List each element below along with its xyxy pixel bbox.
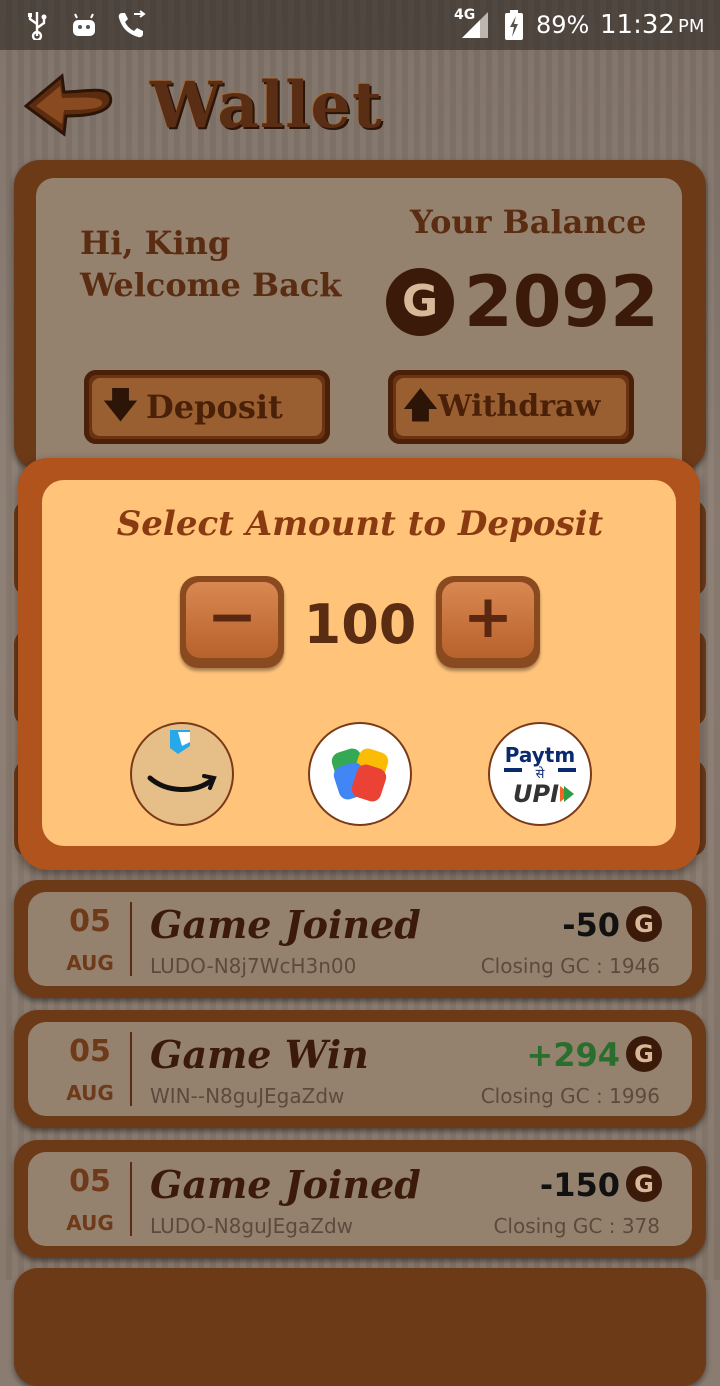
transaction-day: 05	[69, 904, 111, 939]
paytm-upi-text-bottom: UPI	[513, 780, 559, 808]
transaction-title: Game Joined	[150, 902, 421, 947]
transaction-month: AUG	[66, 951, 114, 975]
arrow-down-icon: 🡇	[102, 385, 140, 426]
transaction-title: Game Win	[150, 1032, 369, 1077]
withdraw-label: Withdraw	[438, 389, 601, 424]
transaction-ref: WIN--N8guJEgaZdw	[150, 1084, 345, 1108]
google-pay-icon	[331, 748, 389, 802]
decrease-amount-button[interactable]: −	[180, 576, 284, 668]
balance-value: 2092	[464, 261, 659, 343]
transaction-title: Game Joined	[150, 1162, 421, 1207]
deposit-label: Deposit	[146, 388, 283, 426]
increase-amount-button[interactable]: +	[436, 576, 540, 668]
google-pay-button[interactable]	[310, 724, 410, 824]
transaction-amount: -50	[562, 906, 620, 944]
back-arrow-icon	[23, 73, 113, 137]
coin-icon: G	[386, 268, 454, 336]
clock-ampm: PM	[678, 16, 705, 37]
greeting-line2: Welcome Back	[80, 266, 342, 304]
battery-charging-icon	[504, 10, 524, 47]
transaction-month: AUG	[66, 1081, 114, 1105]
battery-percentage: 89%	[536, 11, 590, 39]
transaction-row[interactable]: 05 AUG Game Win WIN--N8guJEgaZdw +294 G Closin…	[14, 1010, 706, 1128]
minus-icon: −	[206, 582, 258, 652]
call-forward-icon	[116, 10, 148, 47]
paytm-upi-text-top: Paytm	[505, 743, 575, 767]
deposit-dialog-title: Select Amount to Deposit	[116, 504, 604, 544]
clock-time: 11:32	[600, 10, 675, 40]
coin-icon: G	[626, 1036, 662, 1072]
usb-icon	[24, 10, 50, 47]
balance-label: Your Balance	[410, 203, 647, 241]
closing-balance: Closing GC : 1946	[480, 954, 660, 978]
plus-icon: +	[462, 582, 514, 652]
closing-balance: Closing GC : 1996	[480, 1084, 660, 1108]
back-button[interactable]	[22, 72, 114, 138]
paytm-upi-icon: Paytm से UPI	[504, 743, 576, 808]
transaction-row[interactable]: 05 AUG Game Joined LUDO-N8j7WcH3n00 -50 G Clos…	[14, 880, 706, 998]
divider	[130, 1032, 132, 1106]
closing-balance: Closing GC : 378	[493, 1214, 660, 1238]
divider	[130, 902, 132, 976]
arrow-up-icon: 🡅	[402, 385, 440, 426]
coin-icon: G	[626, 1166, 662, 1202]
coin-icon: G	[626, 906, 662, 942]
transaction-row[interactable]	[14, 1268, 706, 1386]
transaction-day: 05	[69, 1034, 111, 1069]
status-bar: 4G 89% 11:32 PM	[0, 0, 720, 50]
transaction-day: 05	[69, 1164, 111, 1199]
deposit-amount: 100	[303, 593, 417, 656]
paytm-upi-button[interactable]: Paytm से UPI	[490, 724, 590, 824]
greeting: Hi, King Welcome Back	[80, 222, 341, 306]
transaction-amount: -150	[539, 1166, 620, 1204]
deposit-button[interactable]: 🡇 Deposit	[84, 370, 330, 444]
transaction-ref: LUDO-N8guJEgaZdw	[150, 1214, 353, 1238]
android-icon	[70, 10, 98, 47]
divider	[130, 1162, 132, 1236]
withdraw-button[interactable]: 🡅 Withdraw	[388, 370, 634, 444]
transaction-row[interactable]: 05 AUG Game Joined LUDO-N8guJEgaZdw -150 G Clo…	[14, 1140, 706, 1258]
amazon-pay-button[interactable]	[132, 724, 232, 824]
page-title: Wallet	[150, 68, 383, 143]
amazon-pay-icon	[147, 730, 217, 793]
transaction-amount: +294	[526, 1036, 620, 1074]
signal-icon	[460, 10, 490, 47]
greeting-line1: Hi, King	[80, 224, 231, 262]
transaction-month: AUG	[66, 1211, 114, 1235]
transaction-ref: LUDO-N8j7WcH3n00	[150, 954, 357, 978]
